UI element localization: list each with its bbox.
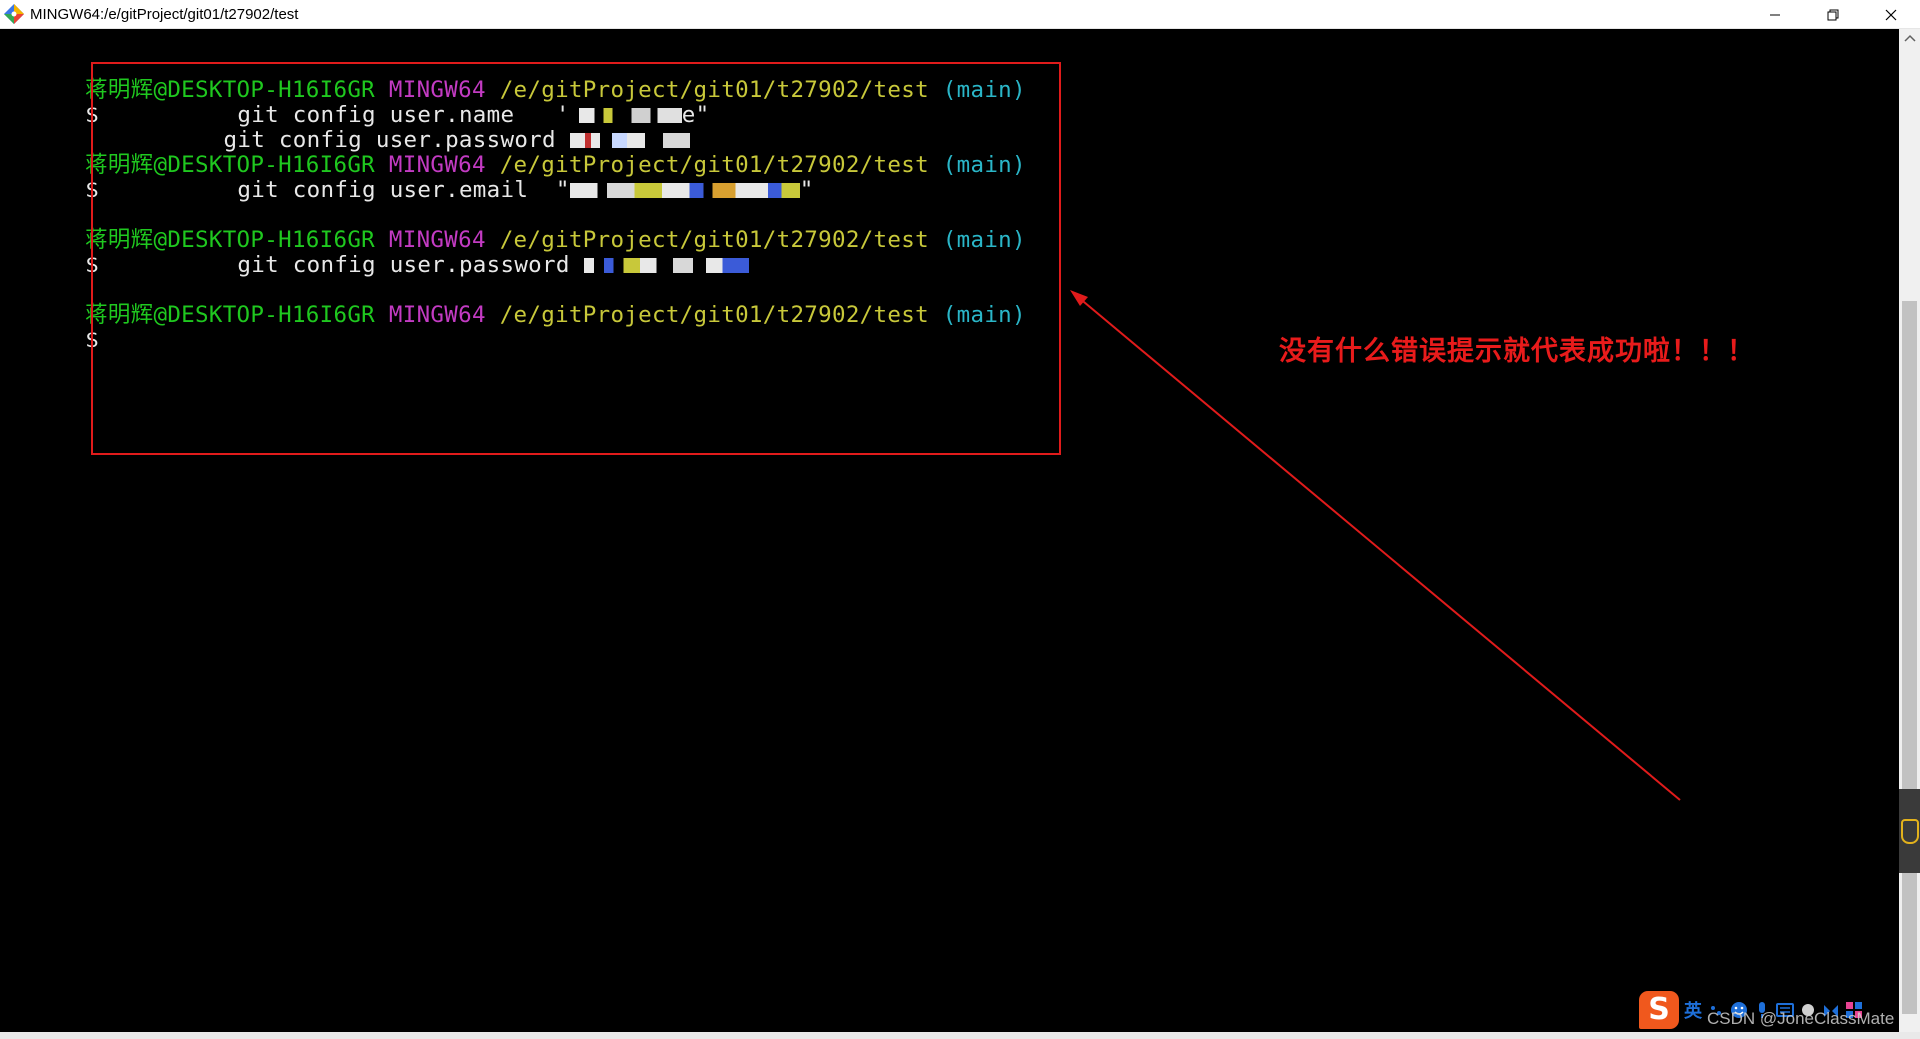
git-bash-window: MINGW64:/e/gitProject/git01/t27902/test xyxy=(0,0,1920,1039)
scroll-up-icon[interactable] xyxy=(1904,33,1916,43)
scrollbar-thumb[interactable] xyxy=(1902,301,1917,1014)
annotation-text: 没有什么错误提示就代表成功啦！！！ xyxy=(1279,336,1755,367)
ime-language-toggle[interactable]: 英 xyxy=(1684,997,1702,1023)
scroll-handle[interactable] xyxy=(1899,789,1920,873)
vertical-scrollbar[interactable] xyxy=(1899,29,1920,1032)
mouse-icon xyxy=(1901,819,1919,844)
watermark: CSDN @JoneClassMate xyxy=(1707,1009,1895,1028)
annotation-arrow xyxy=(1070,290,1681,801)
bottom-strip xyxy=(0,1032,1920,1039)
sogou-logo[interactable]: S xyxy=(1639,991,1679,1029)
